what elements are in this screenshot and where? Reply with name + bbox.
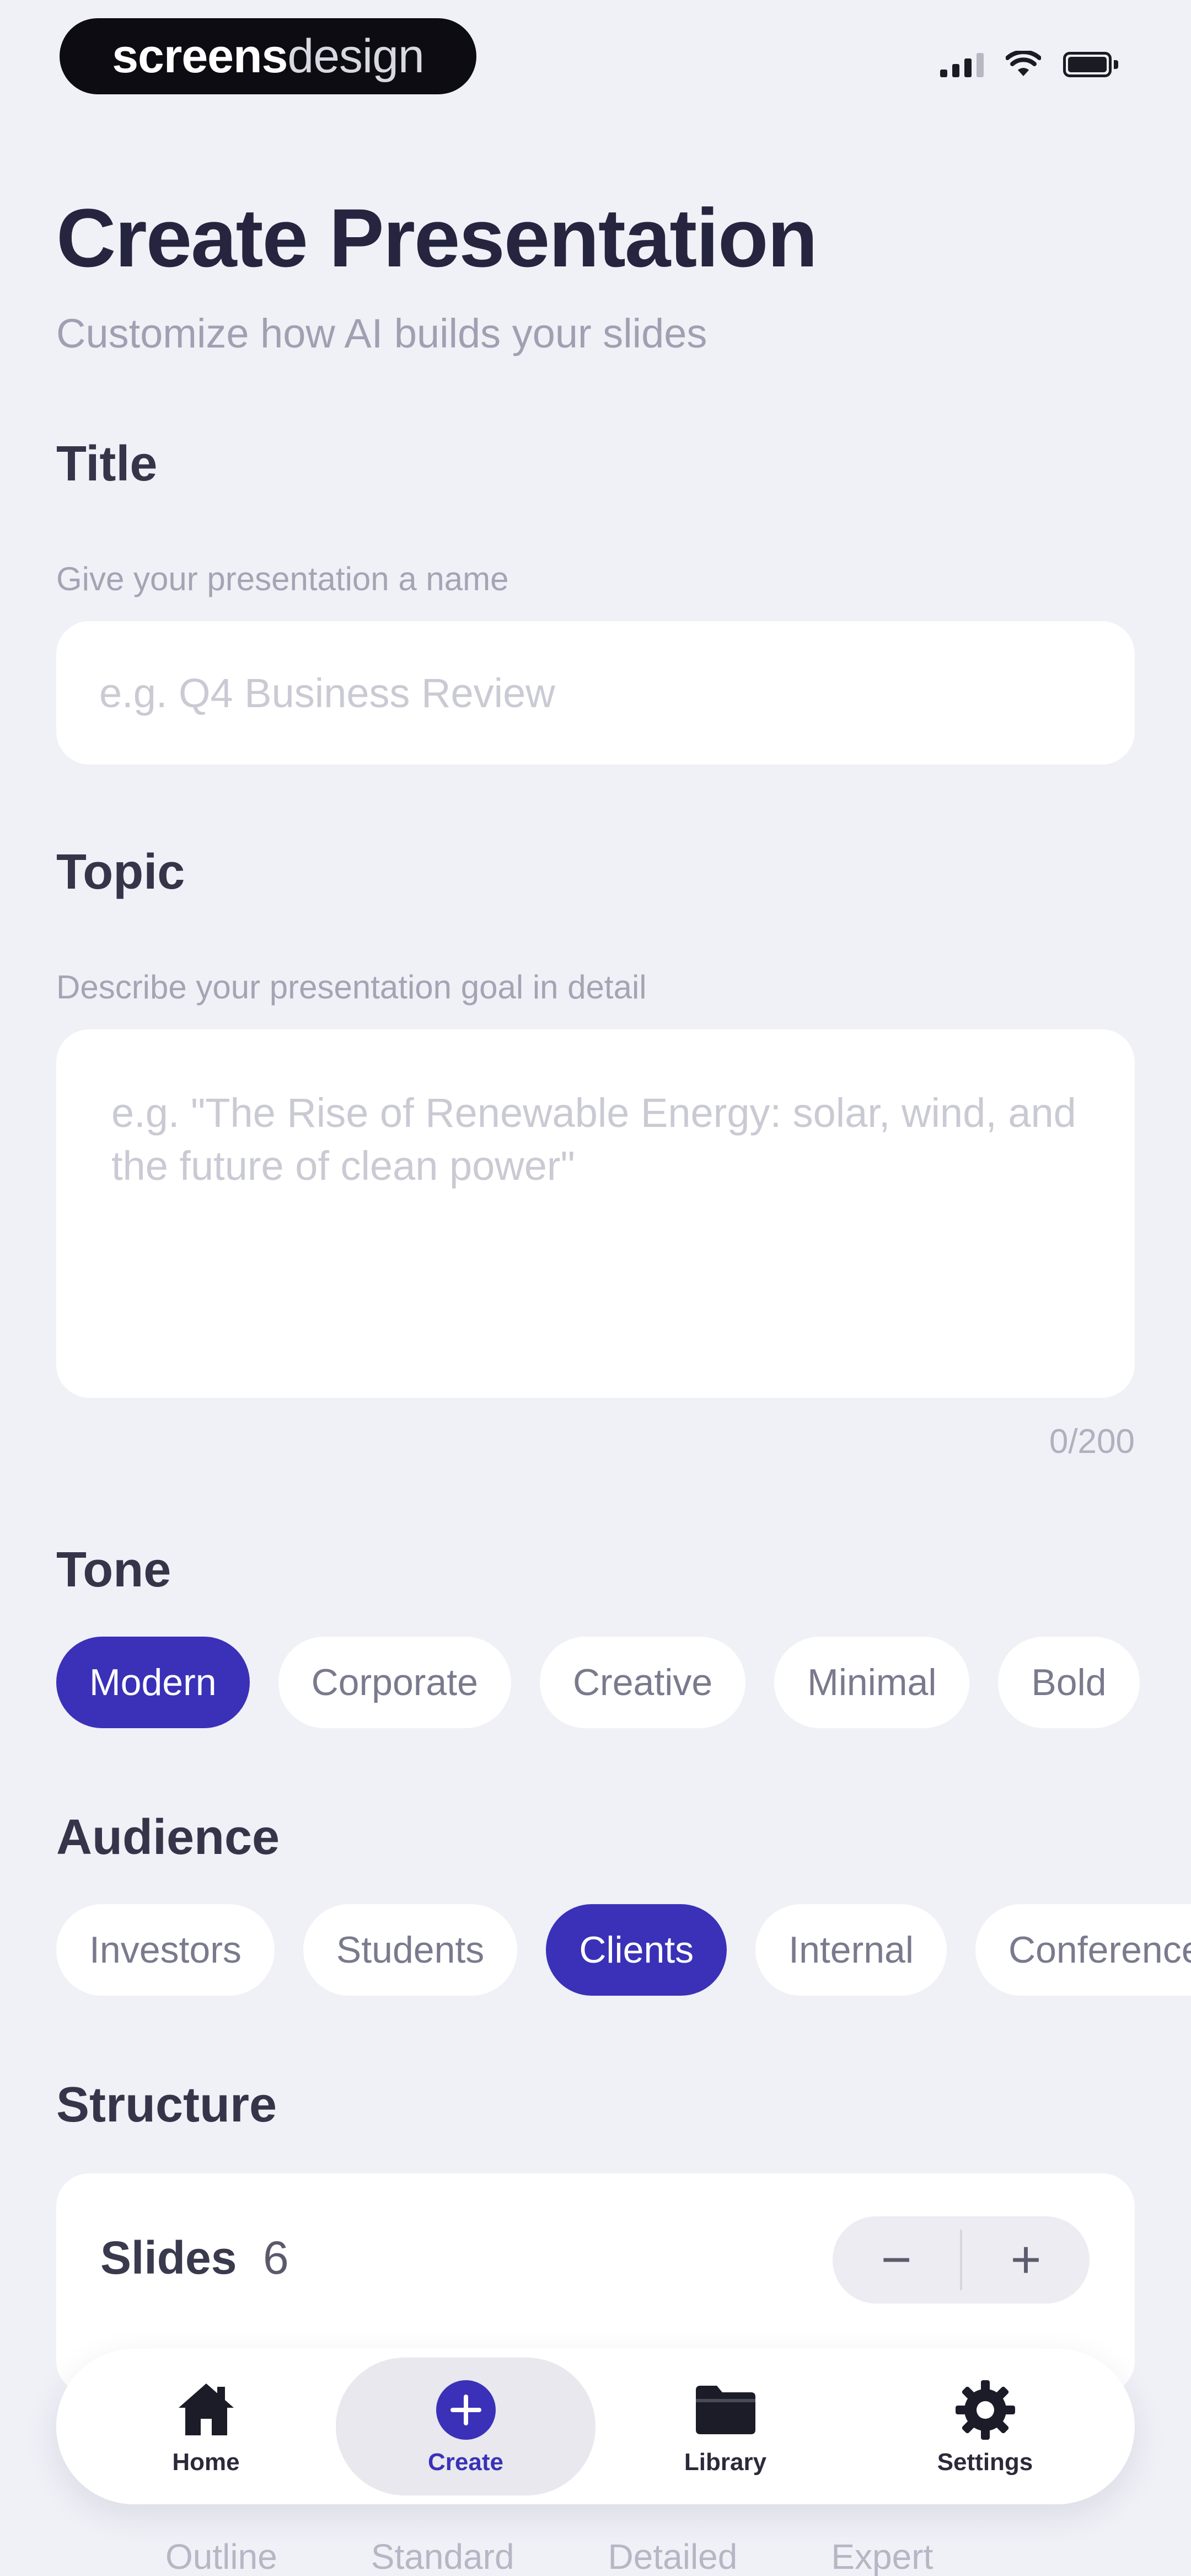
status-bar: screens design [0,0,1191,121]
tone-chip-modern[interactable]: Modern [56,1637,250,1728]
tab-create[interactable]: Create [336,2358,596,2495]
tab-settings-label: Settings [937,2449,1033,2476]
tone-section-label: Tone [56,1542,171,1597]
tab-library-label: Library [684,2449,767,2476]
slides-increment-button[interactable]: + [962,2216,1090,2304]
battery-icon [1063,52,1118,77]
audience-section-label: Audience [56,1810,280,1865]
slides-stepper: − + [833,2216,1090,2304]
tone-chip-row: Modern Corporate Creative Minimal Bold [56,1637,1140,1728]
gear-icon [955,2380,1015,2440]
depth-option-outline[interactable]: Outline [165,2536,277,2576]
status-icons [940,51,1118,78]
home-icon [178,2383,234,2435]
plus-circle-icon [436,2380,496,2440]
audience-chip-row: Investors Students Clients Internal Conf… [56,1904,1191,1996]
wifi-icon [1006,51,1041,76]
tab-home[interactable]: Home [76,2358,336,2495]
tab-home-label: Home [172,2449,240,2476]
brand-logo: screens design [60,18,476,94]
audience-chip-internal[interactable]: Internal [755,1904,947,1996]
slides-decrement-button[interactable]: − [833,2216,960,2304]
title-helper-text: Give your presentation a name [56,560,509,597]
brand-logo-bold: screens [112,29,288,83]
depth-option-detailed[interactable]: Detailed [608,2536,738,2576]
structure-section-label: Structure [56,2077,277,2133]
topic-char-count: 0/200 [1049,1423,1135,1461]
depth-option-expert[interactable]: Expert [831,2536,933,2576]
tab-settings[interactable]: Settings [855,2358,1115,2495]
audience-chip-clients[interactable]: Clients [546,1904,727,1996]
tone-chip-minimal[interactable]: Minimal [774,1637,970,1728]
depth-options-row: Outline Standard Detailed Expert [165,2536,933,2576]
page-title: Create Presentation [56,191,818,284]
audience-chip-conference[interactable]: Conference [975,1904,1191,1996]
depth-option-standard[interactable]: Standard [371,2536,514,2576]
title-section-label: Title [56,436,158,491]
topic-section-label: Topic [56,845,185,900]
tone-chip-bold[interactable]: Bold [998,1637,1140,1728]
cellular-signal-icon [940,52,984,77]
topic-textarea[interactable] [56,1029,1135,1398]
tone-chip-corporate[interactable]: Corporate [278,1637,511,1728]
folder-icon [695,2386,755,2434]
audience-chip-students[interactable]: Students [303,1904,518,1996]
slides-count: 6 [263,2232,289,2284]
page-subtitle: Customize how AI builds your slides [56,311,707,356]
tab-library[interactable]: Library [596,2358,855,2495]
tab-create-label: Create [428,2449,503,2476]
topic-helper-text: Describe your presentation goal in detai… [56,969,647,1006]
brand-logo-light: design [287,29,424,83]
bottom-tab-bar: Home Create Library Settings [56,2349,1135,2504]
slides-label: Slides [100,2232,237,2284]
tone-chip-creative[interactable]: Creative [539,1637,746,1728]
create-presentation-screen: screens design Create Presentation Custom… [0,0,1191,2576]
audience-chip-investors[interactable]: Investors [56,1904,275,1996]
title-input[interactable] [56,621,1135,765]
